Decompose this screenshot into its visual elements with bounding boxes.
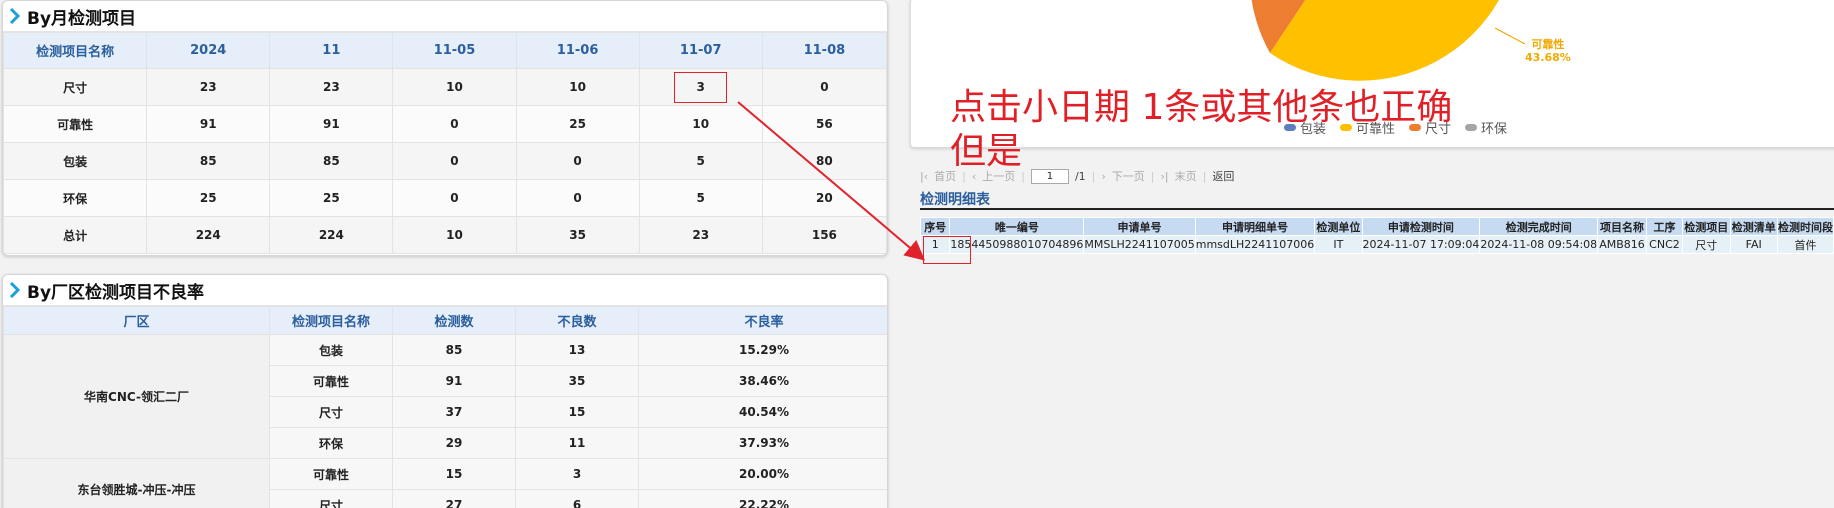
annotation-arrow (737, 101, 926, 261)
annotation-line-2: 但是 (950, 131, 1023, 172)
annotation-line-1: 点击小日期 1条或其他条也正确 (950, 87, 1453, 128)
page: By月检测项目 检测项目名称 2024 11 11-05 11-06 11-07… (0, 0, 1834, 508)
annotation-text: 点击小日期 1条或其他条也正确 但是 (950, 86, 1452, 174)
